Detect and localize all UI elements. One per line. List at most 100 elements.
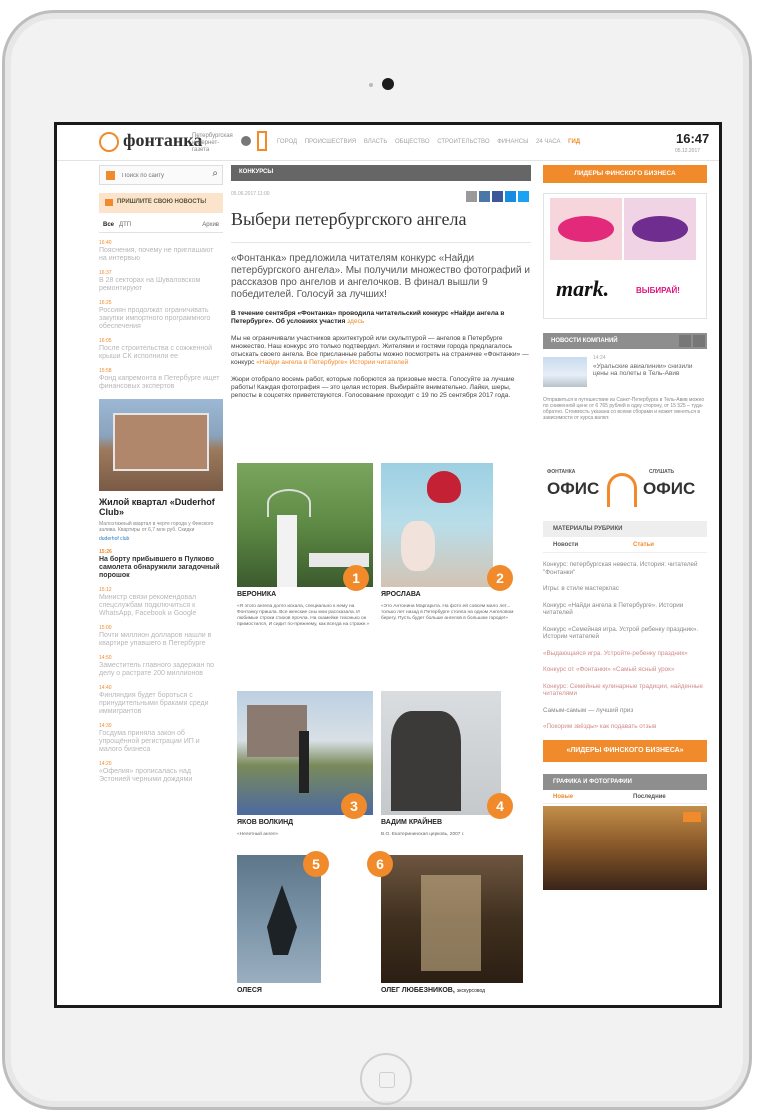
ad-brand: mark. <box>556 276 610 301</box>
twitter-icon[interactable] <box>518 191 529 202</box>
logo-icon[interactable] <box>99 132 119 152</box>
send-news-button[interactable]: ПРИШЛИТЕ СВОЮ НОВОСТЬ! <box>99 193 223 213</box>
photo[interactable]: 4 <box>381 691 513 819</box>
rules-link[interactable]: здесь <box>347 318 364 325</box>
home-button[interactable] <box>360 1053 412 1105</box>
leaders-button[interactable]: «ЛИДЕРЫ ФИНСКОГО БИЗНЕСА» <box>543 739 707 762</box>
news-item[interactable]: 15:12 Министр связи рекомендовал спецслуж… <box>99 586 223 618</box>
prev-arrow-icon[interactable] <box>679 335 691 347</box>
list-item[interactable]: Самым-самым — лучший приз <box>543 707 707 715</box>
photo-author: ВАДИМ КРАЙНЕВ <box>381 819 443 826</box>
list-item[interactable]: Конкурс: Семейные кулинарные традиции, н… <box>543 683 707 698</box>
photo-card[interactable]: 1 ВЕРОНИКА «Я этого ангела долго искала,… <box>237 463 373 628</box>
photo-card[interactable]: 3 ЯКОВ ВОЛКИНД «Нелетный ангел» <box>237 691 373 838</box>
next-arrow-icon[interactable] <box>693 335 705 347</box>
photo-card[interactable]: 4 ВАДИМ КРАЙНЕВ В.О. Екатерининская церк… <box>381 691 513 838</box>
ad-banner[interactable]: mark. ВЫБИРАЙ! <box>543 193 707 319</box>
photo-card[interactable]: 6 ОЛЕГ ЛЮБЕЗНИКОВ, экскурсовод <box>367 851 523 994</box>
ad-cta[interactable]: ВЫБИРАЙ! <box>636 286 680 295</box>
nav-item[interactable]: СТРОИТЕЛЬСТВО <box>437 139 489 145</box>
news-item[interactable]: 14:50 Заместитель главного задержан по де… <box>99 654 223 678</box>
photo-card[interactable]: 2 ЯРОСЛАВА «Это Антонина Маргарита. На ф… <box>381 463 513 622</box>
lips-shape <box>632 216 688 242</box>
tab-dtp[interactable]: ДТП <box>119 222 131 228</box>
materials-list: Конкурс: петербургская невеста. История:… <box>543 561 707 731</box>
tab-articles[interactable]: Статьи <box>633 542 654 548</box>
leaders-header[interactable]: ЛИДЕРЫ ФИНСКОГО БИЗНЕСА <box>543 165 707 183</box>
search-icon[interactable]: ⌕ <box>212 168 218 179</box>
photo[interactable]: 5 <box>237 851 329 983</box>
list-item[interactable]: Конкурс «Семейная игра. Устрой ребенку п… <box>543 626 707 641</box>
photo[interactable]: 3 <box>237 691 373 819</box>
nav-item[interactable]: ПРОИСШЕСТВИЯ <box>305 139 356 145</box>
photo-author: ОЛЕСЯ <box>237 987 262 994</box>
nav-item[interactable]: ФИНАНСЫ <box>497 139 528 145</box>
company-news-item[interactable]: 14:24 «Уральские авиалинии» снизили цены … <box>543 355 707 391</box>
monument-shape <box>391 711 461 811</box>
lips-image <box>550 198 622 260</box>
site-logo[interactable]: фонтанка <box>123 130 202 151</box>
nav-item[interactable]: ГИД <box>568 139 580 145</box>
photo[interactable]: 2 <box>381 463 513 591</box>
tab-news[interactable]: Новости <box>553 542 578 548</box>
news-item[interactable]: 16:25 Россиян продолжат ограничивать заку… <box>99 299 223 331</box>
tab-latest[interactable]: Последние <box>633 794 666 800</box>
number-badge: 1 <box>343 565 369 591</box>
news-item[interactable]: 15:00 Почти миллион долларов нашли в квар… <box>99 624 223 648</box>
news-item[interactable]: 14:40 Финляндия будет бороться с принудит… <box>99 684 223 716</box>
tab-archive[interactable]: Архив <box>202 222 219 228</box>
list-item[interactable]: Игры: в стиле мастерклас <box>543 585 707 593</box>
vk-icon[interactable] <box>479 191 490 202</box>
globe-icon[interactable] <box>241 136 251 146</box>
main-nav: ГОРОД ПРОИСШЕСТВИЯ ВЛАСТЬ ОБЩЕСТВО СТРОИ… <box>277 139 586 145</box>
grid-icon[interactable] <box>106 171 115 180</box>
list-item[interactable]: Конкурс от «Фонтанки» «Самый ясный урок» <box>543 666 707 674</box>
stories-link[interactable]: «Найди ангела в Петербурге» Истории чита… <box>256 359 408 366</box>
list-item[interactable]: «Выдающаяся игра. Устройте-ребенку празд… <box>543 650 707 658</box>
company-news-text: Отправиться в путешествие из Санкт-Петер… <box>543 397 705 421</box>
news-title[interactable]: «Уральские авиалинии» снизили цены на по… <box>593 363 693 378</box>
phone-icon[interactable] <box>257 131 267 151</box>
tab-all[interactable]: Все <box>103 222 114 228</box>
photo[interactable]: 1 <box>237 463 373 591</box>
promo-title[interactable]: Жилой квартал «Duderhof Club» <box>99 497 223 517</box>
date: 05.12.2017 <box>675 148 701 154</box>
news-item[interactable]: 15:58 Фонд капремонта в Петербурге ищет ф… <box>99 367 223 391</box>
nav-item[interactable]: ВЛАСТЬ <box>364 139 387 145</box>
facebook-icon[interactable] <box>492 191 503 202</box>
search-input[interactable] <box>120 169 200 182</box>
news-item[interactable]: 14:20 «Офелия» прописалась над Эстонией ч… <box>99 760 223 784</box>
gallery-image[interactable] <box>543 805 707 890</box>
news-item[interactable]: 16:37 В 28 секторах на Шуваловском ремонт… <box>99 269 223 293</box>
print-icon[interactable] <box>466 191 477 202</box>
photo[interactable]: 6 <box>367 851 523 983</box>
news-item[interactable]: 15:26 На борту прибывшего в Пулково самол… <box>99 548 223 580</box>
promo-link[interactable]: duderhof club <box>99 536 223 542</box>
site-header: фонтанка Петербургская интернет-газета Г… <box>57 125 719 161</box>
list-item[interactable]: Конкурс «Найди ангела в Петербурге». Ист… <box>543 602 707 617</box>
news-time: 14:24 <box>593 355 606 361</box>
nav-item[interactable]: 24 ЧАСА <box>536 139 560 145</box>
office-banner[interactable]: ФОНТАНКА ОФИС СЛУШАТЬ ОФИС <box>543 467 707 513</box>
site-tagline: Петербургская интернет-газета <box>192 133 233 153</box>
article-paragraph: В течение сентября «Фонтанка» проводила … <box>231 310 505 325</box>
nav-item[interactable]: ОБЩЕСТВО <box>395 139 430 145</box>
tab-new[interactable]: Новые <box>553 794 573 800</box>
article-date: 05.06.2017 11:00 <box>231 191 270 197</box>
list-item[interactable]: «Покорим звёзды» как подавать отзыв <box>543 723 707 731</box>
news-item[interactable]: 14:30 Госдума приняла закон об упрощённой… <box>99 722 223 754</box>
child-shape <box>401 521 435 571</box>
photo-caption: «Я этого ангела долго искала, специально… <box>237 604 370 627</box>
section-label[interactable]: КОНКУРСЫ <box>231 165 531 181</box>
photo-author: ЯКОВ ВОЛКИНД <box>237 819 294 826</box>
nav-item[interactable]: ГОРОД <box>277 139 297 145</box>
promo-image[interactable] <box>99 399 223 491</box>
list-item[interactable]: Конкурс: петербургская невеста. История:… <box>543 561 707 576</box>
news-item[interactable]: 16:05 После строительства с сожженной кры… <box>99 337 223 361</box>
photo-card[interactable]: 5 ОЛЕСЯ <box>237 851 329 994</box>
front-camera <box>382 78 394 90</box>
office-right-logo: ОФИС <box>643 479 696 498</box>
building-shape <box>113 413 209 471</box>
news-item[interactable]: 16:40 Пояснения, почему не приглашают на … <box>99 239 223 263</box>
ok-icon[interactable] <box>505 191 516 202</box>
